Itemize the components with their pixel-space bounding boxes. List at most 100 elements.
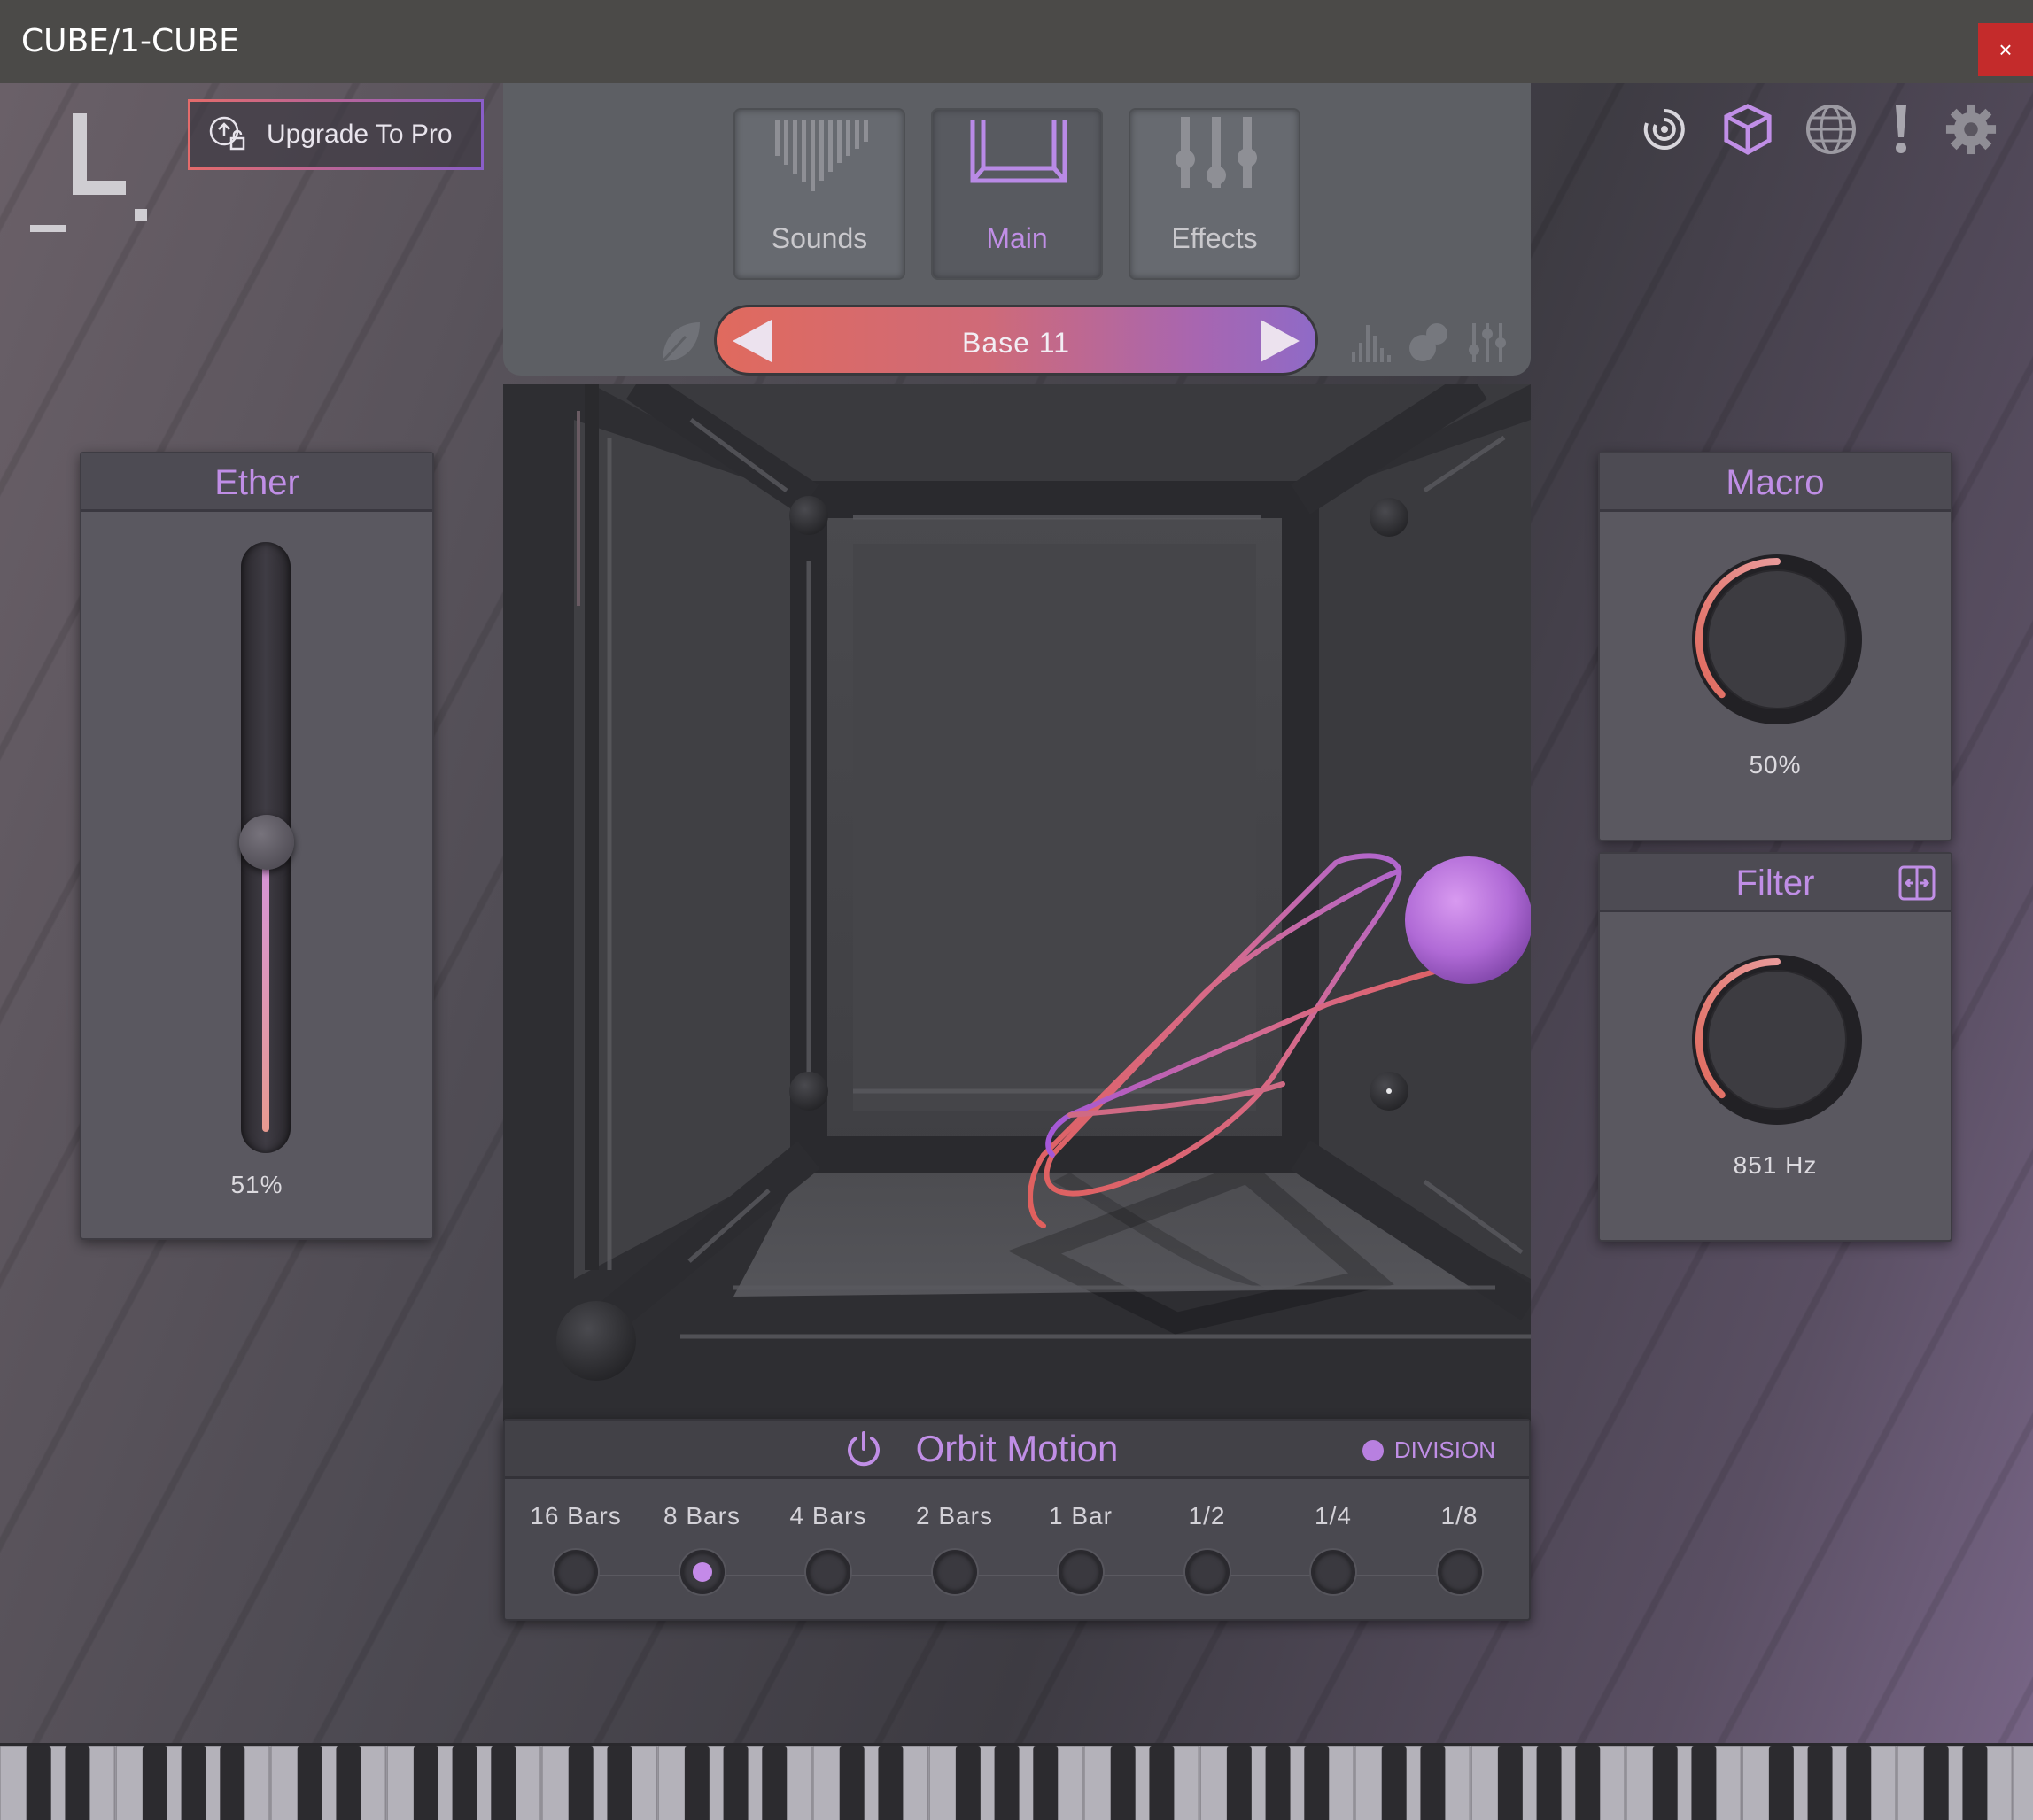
- division-radio[interactable]: [1059, 1550, 1103, 1594]
- orbit-motion-header: Orbit Motion DIVISION: [505, 1421, 1529, 1479]
- black-key: [1768, 1746, 1794, 1820]
- black-key: [878, 1746, 904, 1820]
- tab-main[interactable]: Main: [931, 108, 1103, 280]
- black-key: [142, 1746, 167, 1820]
- black-key: [839, 1746, 865, 1820]
- division-radio[interactable]: [554, 1550, 598, 1594]
- black-key: [1304, 1746, 1330, 1820]
- orbit-icon[interactable]: [1638, 103, 1691, 156]
- division-radio[interactable]: [1184, 1550, 1230, 1594]
- division-option-label: 1/4: [1315, 1502, 1352, 1530]
- preset-selector: Base 11: [714, 305, 1318, 376]
- black-key: [1575, 1746, 1601, 1820]
- black-key: [1846, 1746, 1872, 1820]
- division-option-label: 16 Bars: [530, 1502, 622, 1530]
- upgrade-label: Upgrade To Pro: [267, 120, 453, 149]
- division-option-label: 1/8: [1440, 1502, 1478, 1530]
- black-key: [220, 1746, 245, 1820]
- main-icon: [970, 120, 1067, 183]
- ether-value: 51%: [230, 1171, 283, 1198]
- unlock-icon: [209, 116, 245, 151]
- preset-name[interactable]: Base 11: [717, 327, 1315, 360]
- division-option[interactable]: 8 Bars: [640, 1502, 764, 1594]
- black-key: [955, 1746, 981, 1820]
- black-key: [1497, 1746, 1523, 1820]
- upgrade-to-pro-button[interactable]: Upgrade To Pro: [188, 99, 484, 170]
- black-key: [607, 1746, 632, 1820]
- division-option[interactable]: 16 Bars: [514, 1502, 638, 1594]
- black-key: [1033, 1746, 1059, 1820]
- close-button[interactable]: ×: [1978, 23, 2033, 76]
- ether-slider-thumb[interactable]: [239, 814, 294, 870]
- black-key: [994, 1746, 1020, 1820]
- cube-icon[interactable]: [1721, 103, 1774, 156]
- macro-knob[interactable]: [1688, 551, 1866, 728]
- tab-main-label: Main: [986, 222, 1048, 254]
- gear-icon[interactable]: [1944, 103, 1998, 156]
- filter-knob[interactable]: [1688, 951, 1866, 1128]
- filter-title: Filter: [1600, 854, 1951, 912]
- black-key: [491, 1746, 516, 1820]
- tab-sounds[interactable]: Sounds: [733, 108, 905, 280]
- division-indicator: [1362, 1439, 1384, 1461]
- black-key: [1381, 1746, 1407, 1820]
- division-radio[interactable]: [1437, 1550, 1482, 1594]
- division-radio[interactable]: [679, 1550, 725, 1594]
- division-option[interactable]: 2 Bars: [893, 1502, 1017, 1594]
- spectrum-icon[interactable]: [1348, 320, 1393, 364]
- division-radio[interactable]: [1311, 1550, 1355, 1594]
- division-label: DIVISION: [1393, 1437, 1495, 1463]
- ether-title: Ether: [81, 453, 432, 512]
- globe-icon[interactable]: [1804, 103, 1858, 156]
- division-toggle[interactable]: DIVISION: [1362, 1437, 1495, 1464]
- black-key: [684, 1746, 710, 1820]
- cube-canvas: [503, 384, 1531, 1500]
- black-key: [1265, 1746, 1291, 1820]
- division-option-label: 2 Bars: [916, 1502, 993, 1530]
- next-preset-button[interactable]: [1261, 320, 1300, 362]
- division-radio[interactable]: [932, 1550, 977, 1594]
- window-titlebar: CUBE/1-CUBE ×: [0, 0, 2033, 83]
- division-option[interactable]: 1/4: [1271, 1502, 1395, 1594]
- black-key: [1149, 1746, 1175, 1820]
- tab-effects[interactable]: Effects: [1129, 108, 1300, 280]
- piano-keyboard[interactable]: [0, 1743, 2033, 1820]
- division-option[interactable]: 4 Bars: [766, 1502, 890, 1594]
- mixer-icon[interactable]: [1465, 320, 1509, 364]
- blob-icon[interactable]: [1407, 320, 1451, 364]
- division-option-label: 1 Bar: [1049, 1502, 1113, 1530]
- brand-logo: [30, 113, 147, 232]
- window-title: CUBE/1-CUBE: [21, 23, 239, 59]
- macro-value: 50%: [1749, 751, 1802, 778]
- black-key: [1652, 1746, 1678, 1820]
- filter-title-label: Filter: [1735, 864, 1815, 902]
- division-option-label: 1/2: [1188, 1502, 1226, 1530]
- tab-effects-label: Effects: [1171, 222, 1258, 254]
- ether-panel: Ether 51%: [80, 452, 434, 1240]
- division-option-label: 8 Bars: [663, 1502, 741, 1530]
- division-option[interactable]: 1 Bar: [1019, 1502, 1143, 1594]
- black-key: [26, 1746, 51, 1820]
- division-option[interactable]: 1/8: [1398, 1502, 1522, 1594]
- cube-visualizer[interactable]: [503, 384, 1531, 1500]
- black-key: [413, 1746, 438, 1820]
- black-key: [1691, 1746, 1717, 1820]
- black-key: [297, 1746, 322, 1820]
- link-icon[interactable]: [1897, 864, 1936, 902]
- black-key: [65, 1746, 90, 1820]
- filter-panel: Filter 851 Hz: [1598, 852, 1952, 1242]
- macro-title: Macro: [1600, 453, 1951, 512]
- black-key: [452, 1746, 477, 1820]
- division-options: 16 Bars 8 Bars 4 Bars 2 Bars 1 Bar 1/2 1/4 1/8: [505, 1502, 1529, 1617]
- black-key: [723, 1746, 749, 1820]
- alert-icon[interactable]: [1888, 103, 1914, 156]
- black-key: [1420, 1746, 1446, 1820]
- division-option[interactable]: 1/2: [1145, 1502, 1269, 1594]
- leaf-icon[interactable]: [656, 317, 705, 367]
- division-radio[interactable]: [806, 1550, 850, 1594]
- black-key: [1923, 1746, 1949, 1820]
- black-key: [1807, 1746, 1833, 1820]
- black-key: [1226, 1746, 1252, 1820]
- effects-icon: [1176, 117, 1257, 188]
- orbit-motion-panel: Orbit Motion DIVISION 16 Bars 8 Bars 4 Bar…: [503, 1419, 1531, 1621]
